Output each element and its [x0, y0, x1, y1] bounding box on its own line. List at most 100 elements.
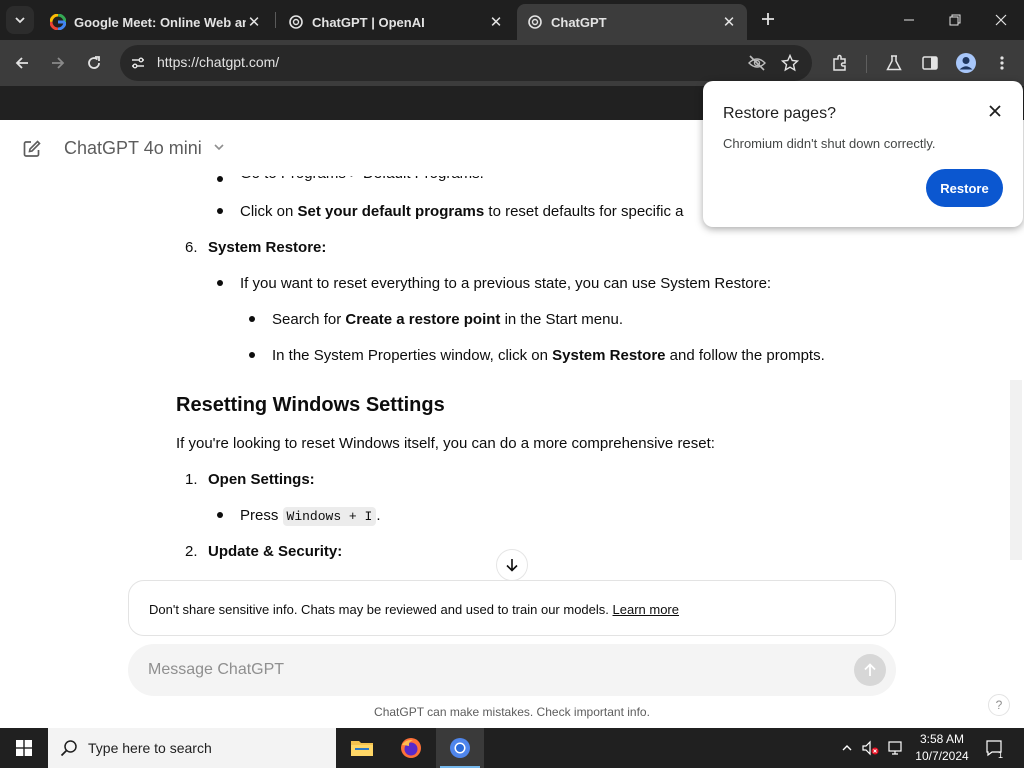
list-item-title: Update & Security:: [208, 543, 343, 560]
openai-icon: [528, 15, 542, 29]
site-info-icon[interactable]: [130, 55, 146, 71]
volume-button[interactable]: [860, 728, 882, 768]
extensions-button[interactable]: [824, 47, 856, 79]
windows-logo-icon: [16, 740, 32, 756]
dialog-message: Chromium didn't shut down correctly.: [723, 136, 936, 151]
paragraph: If you're looking to reset Windows itsel…: [176, 435, 715, 452]
close-tab-icon[interactable]: ✕: [488, 14, 504, 31]
tab-title: ChatGPT | OpenAI: [312, 14, 425, 30]
list-bullet: [217, 176, 223, 182]
kebab-menu-icon: [1000, 56, 1004, 70]
dialog-close-button[interactable]: [987, 103, 1003, 119]
close-tab-icon[interactable]: ✕: [721, 14, 737, 31]
flask-icon: [886, 55, 902, 71]
list-item-title: Open Settings:: [208, 471, 315, 488]
taskbar-chromium[interactable]: [436, 728, 484, 768]
firefox-icon: [401, 738, 421, 758]
close-icon: [995, 14, 1007, 26]
chevron-up-icon: [842, 745, 852, 751]
toolbar-separator: [866, 55, 867, 73]
close-tab-icon[interactable]: ✕: [246, 14, 262, 31]
list-bullet: [217, 512, 223, 518]
list-number: 6.: [185, 239, 198, 256]
notice-text: Don't share sensitive info. Chats may be…: [149, 602, 679, 617]
search-icon: [60, 740, 77, 757]
list-bullet: [217, 208, 223, 214]
list-item-text: Press Windows + I.: [240, 507, 381, 526]
close-window-button[interactable]: [978, 0, 1024, 40]
network-button[interactable]: [884, 728, 906, 768]
back-arrow-icon: [15, 57, 28, 69]
model-name: ChatGPT 4o mini: [64, 138, 202, 158]
list-item-text: In the System Properties window, click o…: [272, 347, 825, 364]
new-chat-icon[interactable]: [22, 139, 42, 159]
section-heading: Resetting Windows Settings: [176, 394, 445, 416]
chromium-icon: [450, 738, 470, 758]
model-selector[interactable]: ChatGPT 4o mini: [64, 138, 225, 159]
folder-icon: [351, 741, 373, 756]
tab-strip: Google Meet: Online Web and ✕ ChatGPT | …: [0, 0, 1024, 40]
learn-more-link[interactable]: Learn more: [613, 602, 679, 617]
close-icon: [989, 105, 1001, 117]
menu-button[interactable]: [986, 47, 1018, 79]
bookmark-star-icon[interactable]: [781, 54, 799, 72]
scroll-to-bottom-button[interactable]: [496, 549, 528, 581]
tab-search-button[interactable]: [6, 6, 34, 34]
list-number: 1.: [185, 471, 198, 488]
profile-button[interactable]: [950, 47, 982, 79]
plus-icon: [762, 13, 774, 25]
start-button[interactable]: [0, 728, 48, 768]
restore-window-button[interactable]: [932, 0, 978, 40]
labs-button[interactable]: [878, 47, 910, 79]
taskbar-search-box[interactable]: Type here to search: [48, 728, 336, 768]
arrow-down-icon: [506, 559, 518, 572]
google-g-icon: [50, 14, 66, 30]
show-hidden-icons-button[interactable]: [836, 728, 858, 768]
restore-pages-dialog: Restore pages? Chromium didn't shut down…: [703, 81, 1023, 227]
address-bar[interactable]: https://chatgpt.com/: [120, 45, 812, 81]
reload-button[interactable]: [78, 47, 110, 79]
help-button[interactable]: ?: [988, 694, 1010, 716]
browser-toolbar: https://chatgpt.com/: [0, 40, 1024, 86]
list-item-title: System Restore:: [208, 239, 327, 256]
profile-avatar-icon: [956, 53, 976, 73]
new-tab-button[interactable]: [757, 8, 779, 30]
clock-date: 10/7/2024: [915, 749, 969, 763]
list-item-text: Click on Set your default programs to re…: [240, 203, 684, 220]
restore-button[interactable]: Restore: [926, 169, 1003, 207]
eye-off-icon[interactable]: [748, 55, 766, 71]
minimize-button[interactable]: [886, 0, 932, 40]
tab-chatgpt[interactable]: ChatGPT ✕: [517, 4, 747, 40]
puzzle-icon: [833, 54, 846, 71]
arrow-up-icon: [864, 663, 876, 676]
search-placeholder: Type here to search: [88, 740, 212, 756]
tab-separator: [275, 12, 276, 28]
list-item-text: If you want to reset everything to a pre…: [240, 275, 772, 292]
taskbar-firefox[interactable]: [387, 728, 435, 768]
tab-title: Google Meet: Online Web and: [74, 14, 246, 30]
url-text: https://chatgpt.com/: [157, 54, 280, 70]
minimize-icon: [904, 19, 914, 21]
back-button[interactable]: [6, 47, 38, 79]
taskbar-file-explorer[interactable]: [338, 728, 386, 768]
send-button[interactable]: [854, 654, 886, 686]
windows-taskbar: Type here to search 3:58 AM 10/7/2024 1: [0, 728, 1024, 768]
clock-time: 3:58 AM: [919, 732, 965, 746]
message-input[interactable]: [148, 658, 828, 682]
restore-window-icon: [949, 14, 961, 26]
speaker-muted-icon: [862, 740, 879, 756]
disclaimer-text: ChatGPT can make mistakes. Check importa…: [374, 705, 650, 719]
list-item-text: Search for Create a restore point in the…: [272, 311, 623, 328]
tab-chatgpt-openai[interactable]: ChatGPT | OpenAI ✕: [278, 4, 514, 40]
side-panel-button[interactable]: [914, 47, 946, 79]
list-bullet: [249, 352, 255, 358]
chevron-down-icon: [15, 17, 25, 24]
list-bullet: [217, 280, 223, 286]
list-bullet: [249, 316, 255, 322]
network-icon: [888, 741, 902, 755]
notifications-button[interactable]: 1: [980, 728, 1008, 768]
forward-button[interactable]: [42, 47, 74, 79]
tab-google-meet[interactable]: Google Meet: Online Web and ✕: [40, 4, 272, 40]
system-clock[interactable]: 3:58 AM 10/7/2024: [904, 731, 980, 765]
scrollbar[interactable]: [1010, 380, 1022, 560]
